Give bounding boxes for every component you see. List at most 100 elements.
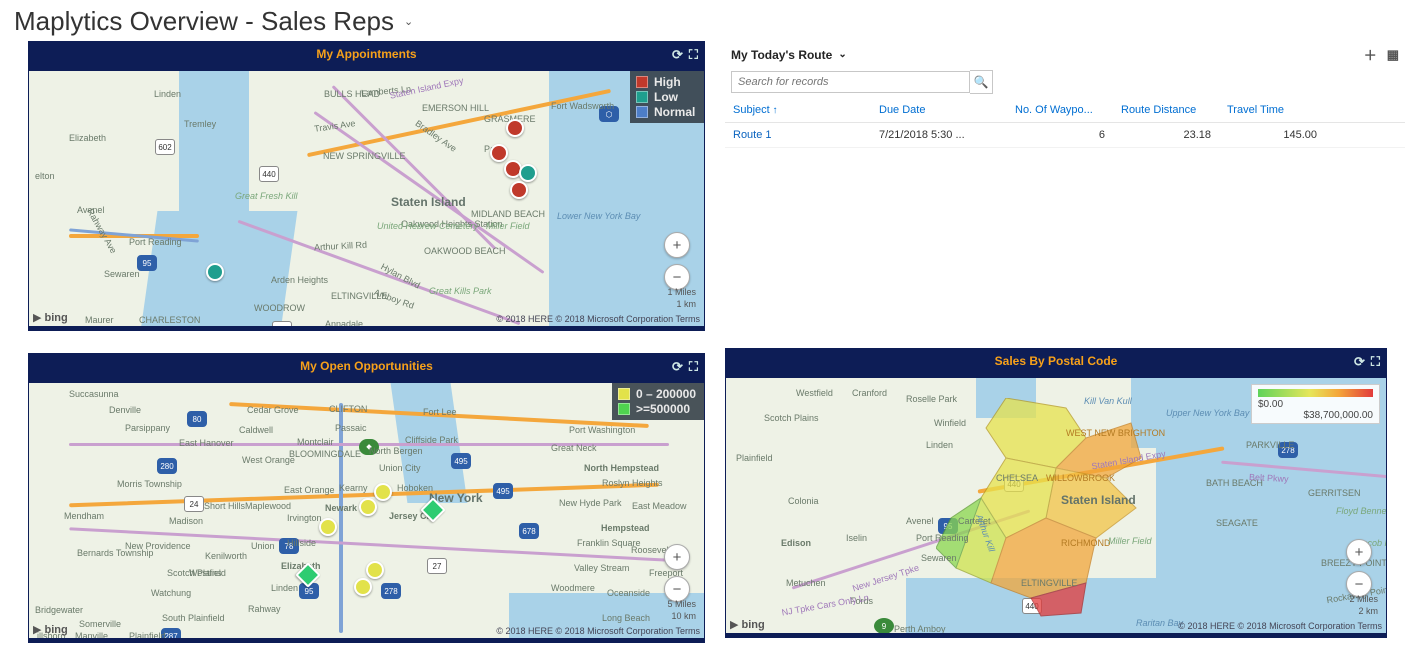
map-label: North Hempstead xyxy=(584,463,659,473)
map-label: Winfield xyxy=(934,418,966,428)
map-label: Hillside xyxy=(287,538,316,548)
zoom-in-icon[interactable]: + xyxy=(1346,539,1372,565)
map-pin-high[interactable] xyxy=(510,181,528,199)
map-label: Linden xyxy=(271,583,298,593)
map-label: Succasunna xyxy=(69,389,119,399)
highway-shield-i495b: 495 xyxy=(451,453,471,469)
search-icon[interactable]: 🔍 xyxy=(970,70,993,94)
map-label: North Bergen xyxy=(369,446,423,456)
map-label: elton xyxy=(35,171,55,181)
map-label: Staten Island xyxy=(1061,493,1136,507)
map-label: United Hebrew Cemetery xyxy=(377,221,419,231)
map-opportunities[interactable]: 80 280 24 287 78 95 278 27 678 495 495 ⬥… xyxy=(29,379,704,642)
map-label: East Hanover xyxy=(179,438,234,448)
map-label: Perth Amboy xyxy=(894,624,946,634)
map-label: Annadale xyxy=(325,319,363,329)
map-label: Long Beach xyxy=(602,613,650,623)
heat-legend: $0.00 $38,700,000.00 xyxy=(1251,384,1380,424)
map-label: Plainfield xyxy=(129,631,166,641)
map-label: Oceanside xyxy=(607,588,650,598)
route-table: Subject Due Date No. Of Waypo... Route D… xyxy=(725,98,1405,148)
maximize-icon[interactable]: ⛶ xyxy=(689,354,698,379)
map-label: Sewaren xyxy=(104,269,140,279)
col-waypoints[interactable]: No. Of Waypo... xyxy=(1007,98,1113,123)
map-label: Arden Heights xyxy=(271,275,311,285)
map-label: CHELSEA xyxy=(996,473,1038,483)
map-label: Parsippany xyxy=(125,423,170,433)
add-icon[interactable]: ＋ xyxy=(1364,45,1377,64)
map-label: Hempstead xyxy=(601,523,650,533)
chevron-down-icon[interactable]: ⌄ xyxy=(838,49,846,60)
maximize-icon[interactable]: ⛶ xyxy=(1371,349,1380,374)
map-label: Passaic xyxy=(335,423,367,433)
map-label: Westfield xyxy=(189,568,226,578)
map-label: Kearny xyxy=(339,483,368,493)
map-pin-low-value[interactable] xyxy=(359,498,377,516)
title-dropdown-icon[interactable]: ⌄ xyxy=(404,15,413,28)
route-shield-27: 27 xyxy=(427,558,447,574)
zoom-in-icon[interactable]: + xyxy=(664,232,690,258)
table-row[interactable]: Route 1 7/21/2018 5:30 ... 6 23.18 145.0… xyxy=(725,123,1405,148)
map-label: Rahway xyxy=(248,604,281,614)
map-pin-low-value[interactable] xyxy=(374,483,392,501)
map-label: Linden xyxy=(154,89,181,99)
grid-view-icon[interactable]: ▦ xyxy=(1387,47,1399,63)
refresh-icon[interactable]: ⟳ xyxy=(672,354,683,379)
map-label: Union City xyxy=(379,463,421,473)
map-pin-high[interactable] xyxy=(490,144,508,162)
map-label: Plainfield xyxy=(736,453,773,463)
map-attribution: © 2018 HERE © 2018 Microsoft Corporation… xyxy=(496,626,700,636)
map-label: Somerville xyxy=(79,619,121,629)
map-label: Port Reading xyxy=(916,533,969,543)
map-label: Union xyxy=(251,541,275,551)
maximize-icon[interactable]: ⛶ xyxy=(689,42,698,67)
map-label: Fort Wadsworth xyxy=(551,101,601,111)
route-shield-440b: 440 xyxy=(272,321,292,330)
refresh-icon[interactable]: ⟳ xyxy=(1354,349,1365,374)
map-label: Cedar Grove xyxy=(247,405,299,415)
map-label: EMERSON HILL xyxy=(422,103,489,113)
col-due-date[interactable]: Due Date xyxy=(871,98,1007,123)
route-title[interactable]: My Today's Route xyxy=(731,48,832,62)
gsp-shield-9: 9 xyxy=(874,618,894,634)
map-label: WOODROW xyxy=(254,303,305,313)
search-records-input[interactable] xyxy=(731,71,970,93)
col-subject[interactable]: Subject xyxy=(725,98,871,123)
highway-shield-i495: 495 xyxy=(493,483,513,499)
route-subject-link[interactable]: Route 1 xyxy=(725,123,871,148)
map-label: CHARLESTON xyxy=(139,315,200,325)
map-sales-postal[interactable]: 95 9 278 440 440 xyxy=(726,374,1386,637)
map-label: Hoboken xyxy=(397,483,433,493)
map-label: Port Washington xyxy=(569,425,635,435)
map-pin-low-value[interactable] xyxy=(354,578,372,596)
map-label: Great Fresh Kill xyxy=(235,191,275,201)
map-label: Floyd Bennett Field xyxy=(1336,506,1386,516)
zoom-in-icon[interactable]: + xyxy=(664,544,690,570)
map-label: East Orange xyxy=(284,485,335,495)
map-attribution: © 2018 HERE © 2018 Microsoft Corporation… xyxy=(1178,621,1382,631)
refresh-icon[interactable]: ⟳ xyxy=(672,42,683,67)
panel-my-todays-route: My Today's Route ⌄ ＋ ▦ 🔍 Subject Due Dat… xyxy=(725,41,1405,148)
bing-logo: ▶ bing xyxy=(33,311,68,324)
map-label: Raritan Bay xyxy=(1136,618,1183,628)
map-label: Caldwell xyxy=(239,425,273,435)
map-label: Mendham xyxy=(64,511,104,521)
map-label: Bernards Township xyxy=(77,548,127,558)
map-label: Staten Island xyxy=(391,195,466,209)
map-appointments[interactable]: 95 440 440 602 ⬡ BULLS HEAD EMERSON HILL… xyxy=(29,67,704,330)
map-pin-low-value[interactable] xyxy=(366,561,384,579)
map-label: Miller Field xyxy=(1108,536,1142,546)
map-label: Sewaren xyxy=(921,553,957,563)
col-distance[interactable]: Route Distance xyxy=(1113,98,1219,123)
map-pin-low-value[interactable] xyxy=(319,518,337,536)
map-label: OAKWOOD BEACH xyxy=(424,246,506,256)
map-label: Cranford xyxy=(852,388,887,398)
map-pin-low[interactable] xyxy=(206,263,224,281)
map-pin-high[interactable] xyxy=(506,119,524,137)
highway-shield-i80: 80 xyxy=(187,411,207,427)
map-pin-low[interactable] xyxy=(519,164,537,182)
col-travel-time[interactable]: Travel Time xyxy=(1219,98,1325,123)
map-label: New Hyde Park xyxy=(559,498,622,508)
map-label: Manville xyxy=(75,631,108,641)
map-label: Valley Stream xyxy=(574,563,629,573)
